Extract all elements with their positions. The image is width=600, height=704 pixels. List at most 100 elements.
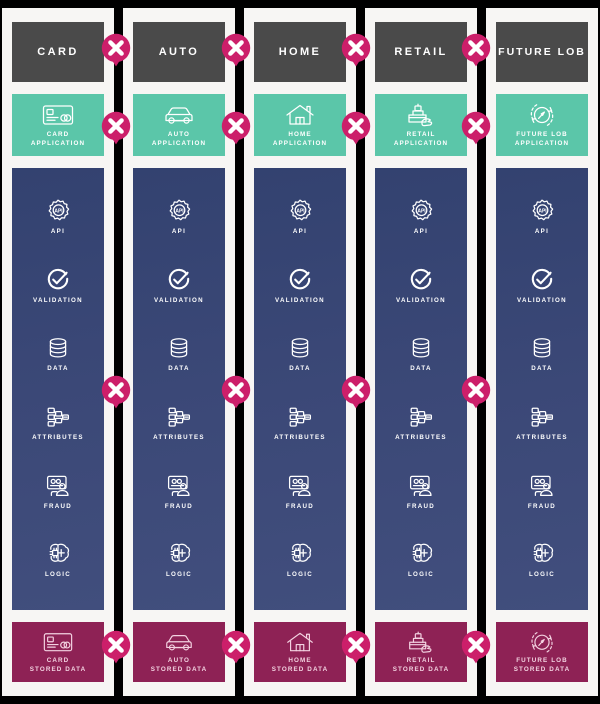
stored-data-box-retail[interactable]: RETAIL STORED DATA <box>375 622 467 682</box>
stack-row-attributes[interactable]: ATTRIBUTES <box>133 388 225 457</box>
brain-circuit-icon <box>45 541 71 567</box>
stack-row-attributes[interactable]: ATTRIBUTES <box>12 388 104 457</box>
node-tree-icon <box>287 404 313 430</box>
database-icon <box>529 335 555 361</box>
database-icon <box>45 335 71 361</box>
stack-row-logic[interactable]: LOGIC <box>496 525 588 594</box>
stack-row-label: LOGIC <box>528 571 556 579</box>
lob-column-home[interactable]: HOME HOME APPLICATION API API VALIDATION DATA A… <box>244 8 356 696</box>
brain-circuit-icon <box>166 541 192 567</box>
lob-column-retail[interactable]: RETAIL RETAIL APPLICATION API API VALIDATION D… <box>365 8 477 696</box>
stack-row-api[interactable]: API API <box>375 182 467 251</box>
stack-row-label: LOGIC <box>165 571 193 579</box>
application-box-card[interactable]: CARD APPLICATION <box>12 94 104 156</box>
stack-row-label: DATA <box>168 365 190 373</box>
stored-data-box-home[interactable]: HOME STORED DATA <box>254 622 346 682</box>
stack-row-api[interactable]: API API <box>254 182 346 251</box>
stored-data-box-future-lob[interactable]: FUTURE LOB STORED DATA <box>496 622 588 682</box>
credit-card-icon <box>41 102 75 128</box>
stack-row-fraud[interactable]: FRAUD <box>496 457 588 526</box>
stack-row-logic[interactable]: LOGIC <box>12 525 104 594</box>
stack-row-fraud[interactable]: FRAUD <box>254 457 346 526</box>
stack-row-data[interactable]: DATA <box>12 319 104 388</box>
stored-data-label: FUTURE LOB STORED DATA <box>513 657 571 673</box>
stack-row-validation[interactable]: VALIDATION <box>375 251 467 320</box>
brain-circuit-icon <box>529 541 555 567</box>
column-header-label: AUTO <box>158 45 200 58</box>
column-header-label: CARD <box>37 45 79 58</box>
stack-row-logic[interactable]: LOGIC <box>375 525 467 594</box>
stored-data-label: AUTO STORED DATA <box>150 657 208 673</box>
stack-row-label: DATA <box>531 365 553 373</box>
api-gear-icon: API <box>408 198 434 224</box>
stack-row-api[interactable]: API API <box>496 182 588 251</box>
monitor-person-icon <box>408 473 434 499</box>
stored-data-box-auto[interactable]: AUTO STORED DATA <box>133 622 225 682</box>
stack-row-fraud[interactable]: FRAUD <box>133 457 225 526</box>
lob-column-card[interactable]: CARD CARD APPLICATION API API VALIDATION DATA A… <box>2 8 114 696</box>
stack-row-data[interactable]: DATA <box>496 319 588 388</box>
stack-row-fraud[interactable]: FRAUD <box>12 457 104 526</box>
svg-text:API: API <box>296 208 305 214</box>
stack-row-validation[interactable]: VALIDATION <box>12 251 104 320</box>
stack-row-label: ATTRIBUTES <box>395 433 447 441</box>
lob-column-future-lob[interactable]: FUTURE LOB FUTURE LOB APPLICATION API API VAL… <box>486 8 598 696</box>
stored-data-label: RETAIL STORED DATA <box>392 657 450 673</box>
stack-row-fraud[interactable]: FRAUD <box>375 457 467 526</box>
stack-row-label: FRAUD <box>406 502 436 510</box>
check-circle-icon <box>287 267 313 293</box>
application-box-home[interactable]: HOME APPLICATION <box>254 94 346 156</box>
cash-register-icon <box>405 630 437 654</box>
column-header-label: HOME <box>278 45 322 58</box>
stack-row-label: ATTRIBUTES <box>274 433 326 441</box>
car-icon <box>162 102 196 128</box>
stack-row-data[interactable]: DATA <box>254 319 346 388</box>
compass-gauge-icon <box>526 630 558 654</box>
application-label: RETAIL APPLICATION <box>393 131 449 147</box>
car-icon <box>163 630 195 654</box>
node-tree-icon <box>45 404 71 430</box>
column-header-retail: RETAIL <box>375 22 467 82</box>
stack-row-logic[interactable]: LOGIC <box>133 525 225 594</box>
stack-row-label: VALIDATION <box>396 296 446 304</box>
stack-row-label: FRAUD <box>43 502 73 510</box>
stack-row-data[interactable]: DATA <box>375 319 467 388</box>
stack-row-attributes[interactable]: ATTRIBUTES <box>496 388 588 457</box>
stack-row-api[interactable]: API API <box>133 182 225 251</box>
stored-data-box-card[interactable]: CARD STORED DATA <box>12 622 104 682</box>
stack-row-api[interactable]: API API <box>12 182 104 251</box>
stack-row-label: ATTRIBUTES <box>516 433 568 441</box>
stack-row-label: API <box>413 227 429 235</box>
stack-row-label: FRAUD <box>527 502 557 510</box>
stack-row-label: LOGIC <box>407 571 435 579</box>
application-box-retail[interactable]: RETAIL APPLICATION <box>375 94 467 156</box>
stack-row-attributes[interactable]: ATTRIBUTES <box>254 388 346 457</box>
stack-row-logic[interactable]: LOGIC <box>254 525 346 594</box>
svg-text:API: API <box>417 208 426 214</box>
stack-row-label: DATA <box>289 365 311 373</box>
stack-row-label: VALIDATION <box>33 296 83 304</box>
silo-diagram-board: CARD CARD APPLICATION API API VALIDATION DATA A… <box>0 0 600 704</box>
brain-circuit-icon <box>287 541 313 567</box>
stack-row-validation[interactable]: VALIDATION <box>496 251 588 320</box>
application-box-auto[interactable]: AUTO APPLICATION <box>133 94 225 156</box>
svg-text:API: API <box>175 208 184 214</box>
stack-row-data[interactable]: DATA <box>133 319 225 388</box>
api-gear-icon: API <box>287 198 313 224</box>
capability-stack-home: API API VALIDATION DATA ATTRIBUTES FRAUD LOGIC <box>254 168 346 610</box>
house-icon <box>284 630 316 654</box>
lob-column-auto[interactable]: AUTO AUTO APPLICATION API API VALIDATION DATA A… <box>123 8 235 696</box>
stack-row-attributes[interactable]: ATTRIBUTES <box>375 388 467 457</box>
application-label: AUTO APPLICATION <box>151 131 207 147</box>
stack-row-label: DATA <box>47 365 69 373</box>
brain-circuit-icon <box>408 541 434 567</box>
application-box-future-lob[interactable]: FUTURE LOB APPLICATION <box>496 94 588 156</box>
api-gear-icon: API <box>166 198 192 224</box>
stack-row-validation[interactable]: VALIDATION <box>133 251 225 320</box>
monitor-person-icon <box>287 473 313 499</box>
svg-text:API: API <box>538 208 547 214</box>
stack-row-validation[interactable]: VALIDATION <box>254 251 346 320</box>
application-label: HOME APPLICATION <box>272 131 328 147</box>
node-tree-icon <box>529 404 555 430</box>
check-circle-icon <box>166 267 192 293</box>
